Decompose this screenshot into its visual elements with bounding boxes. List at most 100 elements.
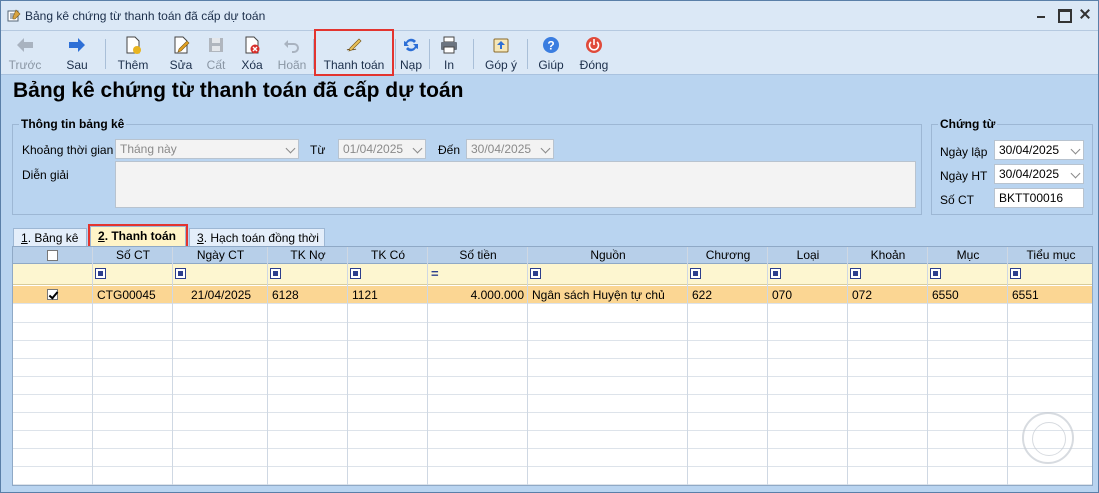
description-label: Diễn giải bbox=[22, 168, 69, 182]
delete-document-icon bbox=[245, 36, 260, 54]
window-title: Bảng kê chứng từ thanh toán đã cấp dự to… bbox=[25, 9, 266, 23]
chevron-down-icon bbox=[1070, 144, 1081, 155]
edit-icon bbox=[174, 36, 190, 54]
tab-payment[interactable]: 2. Thanh toán bbox=[88, 224, 188, 249]
col-muc[interactable]: Mục bbox=[928, 248, 1008, 262]
table-row-empty bbox=[13, 413, 1092, 431]
cell-loai: 070 bbox=[772, 288, 793, 302]
col-so-ct[interactable]: Số CT bbox=[93, 248, 173, 262]
column-divider bbox=[1007, 247, 1008, 485]
filter-icon[interactable] bbox=[850, 268, 861, 279]
voucher-number-field[interactable]: BKTT00016 bbox=[994, 188, 1084, 208]
close-window-button[interactable] bbox=[1078, 7, 1092, 21]
cell-tk-no: 6128 bbox=[272, 288, 299, 302]
filter-icon[interactable] bbox=[1010, 268, 1021, 279]
previous-button[interactable]: Trước bbox=[7, 33, 43, 73]
col-tieu-muc[interactable]: Tiểu mục bbox=[1008, 248, 1092, 262]
column-divider bbox=[927, 247, 928, 485]
column-divider bbox=[767, 247, 768, 485]
close-button[interactable]: Đóng bbox=[577, 33, 611, 73]
filter-icon[interactable] bbox=[175, 268, 186, 279]
from-date-field[interactable]: 01/04/2025 bbox=[338, 139, 426, 159]
help-button[interactable]: ? Giúp bbox=[535, 33, 567, 73]
power-icon bbox=[586, 37, 602, 53]
grid-filter-row: = bbox=[13, 264, 1092, 285]
equals-filter-icon[interactable]: = bbox=[431, 266, 439, 281]
feedback-button[interactable]: Góp ý bbox=[481, 33, 521, 73]
tab-concurrent-accounting[interactable]: 3. Hạch toán đồng thời bbox=[189, 228, 325, 247]
save-icon bbox=[209, 38, 223, 52]
row-checkbox[interactable] bbox=[47, 289, 58, 300]
table-row-empty bbox=[13, 377, 1092, 395]
period-label: Khoảng thời gian bbox=[22, 143, 114, 157]
cell-so-tien: 4.000.000 bbox=[470, 288, 524, 302]
title-bar: Bảng kê chứng từ thanh toán đã cấp dự to… bbox=[1, 1, 1098, 31]
to-label: Đến bbox=[438, 143, 461, 157]
save-button[interactable]: Cất bbox=[203, 33, 229, 73]
column-divider bbox=[427, 247, 428, 485]
col-khoan[interactable]: Khoản bbox=[848, 248, 928, 262]
filter-icon[interactable] bbox=[350, 268, 361, 279]
filter-icon[interactable] bbox=[690, 268, 701, 279]
reload-button[interactable]: Nạp bbox=[397, 33, 425, 73]
filter-icon[interactable] bbox=[530, 268, 541, 279]
column-divider bbox=[687, 247, 688, 485]
undo-button[interactable]: Hoãn bbox=[275, 33, 309, 73]
period-select[interactable]: Tháng này bbox=[115, 139, 299, 159]
posted-date-field[interactable]: 30/04/2025 bbox=[994, 164, 1084, 184]
table-row-empty bbox=[13, 431, 1092, 449]
app-window: Bảng kê chứng từ thanh toán đã cấp dự to… bbox=[0, 0, 1099, 493]
col-loai[interactable]: Loại bbox=[768, 248, 848, 262]
delete-button[interactable]: Xóa bbox=[237, 33, 267, 73]
toolbar-separator bbox=[527, 39, 528, 69]
tab-list[interactable]: 1. Bảng kê bbox=[13, 228, 87, 247]
chevron-down-icon bbox=[412, 143, 423, 154]
to-date-field[interactable]: 30/04/2025 bbox=[466, 139, 554, 159]
cell-chuong: 622 bbox=[692, 288, 713, 302]
app-icon bbox=[7, 9, 21, 22]
table-row[interactable]: CTG00045 21/04/2025 6128 1121 4.000.000 … bbox=[13, 286, 1092, 304]
arrow-right-icon bbox=[69, 38, 85, 52]
description-field[interactable] bbox=[115, 161, 916, 208]
cell-ngay-ct: 21/04/2025 bbox=[191, 288, 252, 302]
add-button[interactable]: Thêm bbox=[115, 33, 151, 73]
pay-button[interactable]: Thanh toán bbox=[314, 29, 394, 76]
created-date-field[interactable]: 30/04/2025 bbox=[994, 140, 1084, 160]
info-group-legend: Thông tin bảng kê bbox=[19, 117, 127, 131]
svg-text:?: ? bbox=[547, 39, 554, 53]
col-tk-no[interactable]: TK Nợ bbox=[268, 248, 348, 262]
created-date-label: Ngày lập bbox=[940, 145, 988, 159]
select-all-checkbox[interactable] bbox=[47, 250, 58, 261]
chevron-down-icon bbox=[1070, 168, 1081, 179]
col-ngay-ct[interactable]: Ngày CT bbox=[173, 248, 268, 262]
table-row-empty bbox=[13, 467, 1092, 485]
table-row-empty bbox=[13, 359, 1092, 377]
cell-muc: 6550 bbox=[932, 288, 959, 302]
filter-icon[interactable] bbox=[95, 268, 106, 279]
minimize-button[interactable] bbox=[1034, 7, 1048, 21]
col-so-tien[interactable]: Số tiền bbox=[428, 248, 528, 262]
next-button[interactable]: Sau bbox=[63, 33, 91, 73]
watermark-seal bbox=[1022, 412, 1074, 464]
filter-icon[interactable] bbox=[930, 268, 941, 279]
table-row-empty bbox=[13, 305, 1092, 323]
edit-button[interactable]: Sửa bbox=[167, 33, 195, 73]
toolbar-separator bbox=[473, 39, 474, 69]
payment-grid: Số CT Ngày CT TK Nợ TK Có Số tiền Nguồn … bbox=[12, 246, 1093, 486]
cell-tk-co: 1121 bbox=[352, 288, 378, 302]
arrow-left-icon bbox=[17, 38, 33, 52]
col-tk-co[interactable]: TK Có bbox=[348, 248, 428, 262]
undo-icon bbox=[284, 40, 299, 53]
print-button[interactable]: In bbox=[435, 33, 463, 73]
maximize-button[interactable] bbox=[1056, 7, 1072, 23]
col-chuong[interactable]: Chương bbox=[688, 248, 768, 262]
column-divider bbox=[172, 247, 173, 485]
voucher-group-legend: Chứng từ bbox=[938, 117, 998, 131]
column-divider bbox=[267, 247, 268, 485]
col-nguon[interactable]: Nguồn bbox=[528, 248, 688, 262]
info-group: Thông tin bảng kê Khoảng thời gian Tháng… bbox=[12, 117, 922, 215]
chevron-down-icon bbox=[540, 143, 551, 154]
filter-icon[interactable] bbox=[770, 268, 781, 279]
filter-icon[interactable] bbox=[270, 268, 281, 279]
voucher-group: Chứng từ Ngày lập 30/04/2025 Ngày HT 30/… bbox=[931, 117, 1093, 215]
